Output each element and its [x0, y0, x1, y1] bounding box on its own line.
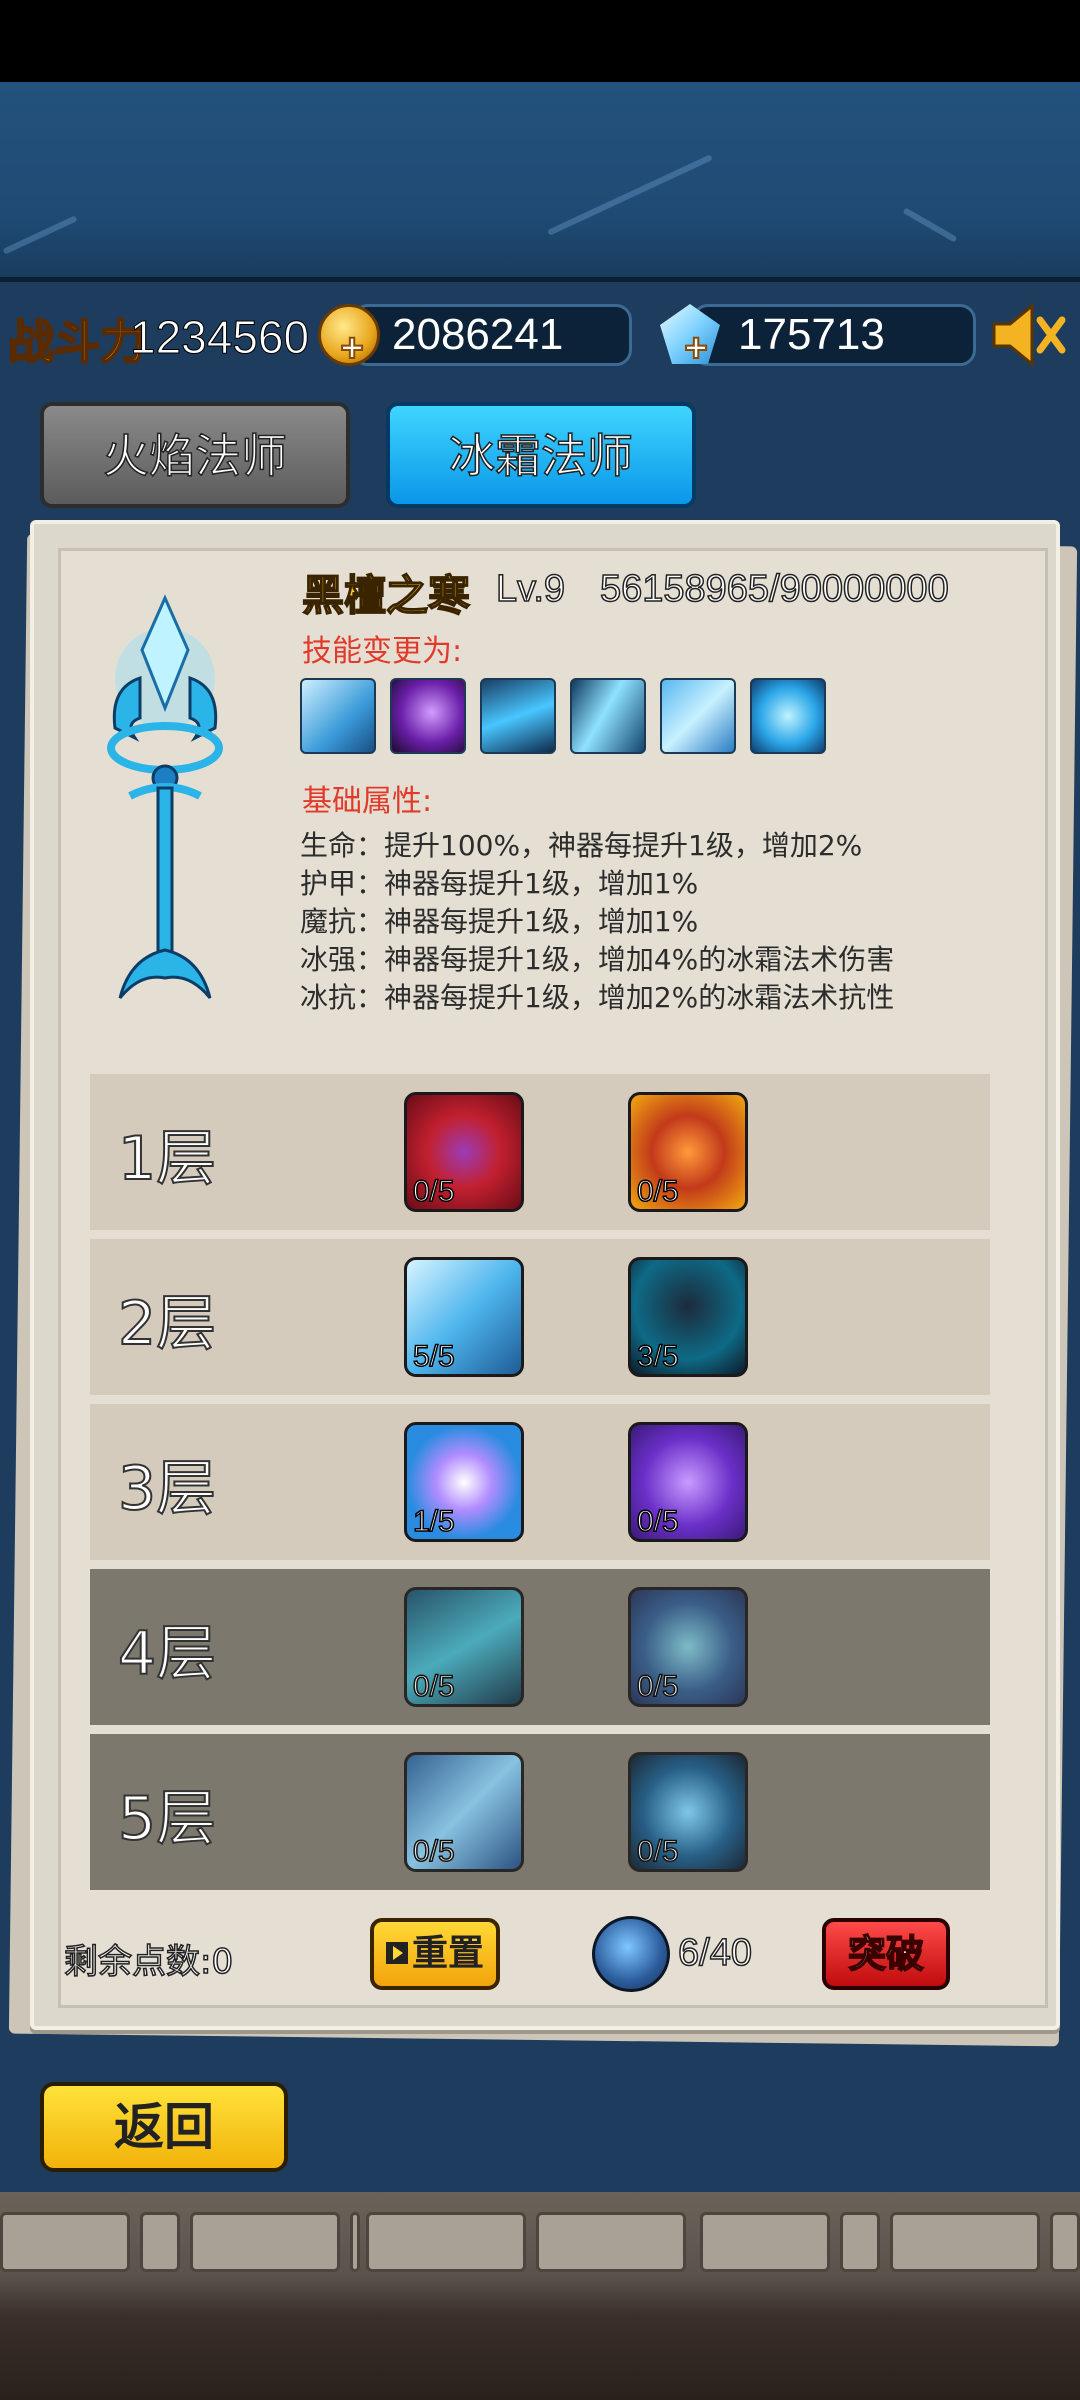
video-ad-icon: [385, 1942, 408, 1964]
ice-burst-icon[interactable]: 0/5: [628, 1752, 748, 1872]
layer-label: 2层: [117, 1288, 217, 1360]
ice-heart-icon[interactable]: 1/5: [404, 1422, 524, 1542]
layer-row-4: 4层 0/5 0/5: [90, 1569, 990, 1725]
skill-icon-row: [300, 678, 826, 756]
reset-label: 重置: [411, 1933, 484, 1974]
add-coins-icon[interactable]: +: [334, 327, 370, 369]
artifact-name: 黑檀之寒: [301, 570, 471, 621]
blizzard-skill-icon[interactable]: [660, 678, 736, 754]
artifact-exp: 56158965/90000000: [599, 567, 949, 611]
back-button[interactable]: 返回: [40, 2082, 288, 2172]
ice-wave-icon[interactable]: 0/5: [404, 1587, 524, 1707]
ice-staff-icon: [107, 594, 223, 999]
top-background: [0, 82, 1080, 282]
ice-slash-skill-icon[interactable]: [480, 678, 556, 754]
ice-shards-skill-icon[interactable]: [570, 678, 646, 754]
stone-count: 6/40: [677, 1931, 752, 1975]
ruby-ring-icon[interactable]: 0/5: [404, 1092, 524, 1212]
ice-fist-icon[interactable]: 0/5: [628, 1587, 748, 1707]
ice-spear-skill-icon[interactable]: [300, 678, 376, 754]
layer-label: 4层: [117, 1618, 217, 1690]
layer-row-5: 5层 0/5 0/5: [90, 1734, 990, 1890]
sound-muted-icon[interactable]: [988, 300, 1068, 370]
frost-ghost-icon[interactable]: 3/5: [628, 1257, 748, 1377]
spirit-twins-icon[interactable]: 0/5: [628, 1422, 748, 1542]
gem-value: 175713: [738, 310, 885, 359]
attribute-ice-power: 冰强：神器每提升1级，增加4%的冰霜法术伤害: [300, 943, 895, 976]
talent-count: 1/5: [412, 1504, 455, 1539]
attribute-ice-resist: 冰抗：神器每提升1级，增加2%的冰霜法术抗性: [300, 981, 895, 1014]
talent-count: 0/5: [636, 1174, 679, 1209]
talent-count: 0/5: [636, 1834, 679, 1869]
remaining-points: 剩余点数:0: [63, 1941, 234, 1983]
power-value: 1234560: [129, 311, 310, 364]
layer-label: 1层: [117, 1123, 217, 1195]
layer-label: 3层: [117, 1453, 217, 1525]
skill-change-heading: 技能变更为:: [302, 634, 463, 669]
snowflake-storm-icon[interactable]: 0/5: [404, 1752, 524, 1872]
ice-shard-icon[interactable]: 5/5: [404, 1257, 524, 1377]
artifact-level: Lv.9: [495, 567, 566, 611]
talent-count: 0/5: [412, 1174, 455, 1209]
attribute-hp: 生命：提升100%，神器每提升1级，增加2%: [300, 829, 863, 862]
layer-row-3: 3层 1/5 0/5: [90, 1404, 990, 1560]
layer-row-2: 2层 5/5 3/5: [90, 1239, 990, 1395]
layer-label: 5层: [117, 1783, 217, 1855]
attribute-armor: 护甲：神器每提升1级，增加1%: [300, 867, 699, 900]
talent-count: 5/5: [412, 1339, 455, 1374]
talent-count: 0/5: [636, 1669, 679, 1704]
talent-count: 0/5: [636, 1504, 679, 1539]
coin-value: 2086241: [392, 310, 564, 359]
power-label: 战斗力: [7, 314, 147, 370]
shadow-orb-skill-icon[interactable]: [390, 678, 466, 754]
frost-orb-skill-icon[interactable]: [750, 678, 826, 754]
tab-ice-mage[interactable]: 冰霜法师: [386, 402, 696, 508]
reset-button[interactable]: 重置: [370, 1918, 500, 1990]
talent-count: 3/5: [636, 1339, 679, 1374]
status-bar: [0, 0, 1080, 82]
flame-shield-icon[interactable]: 0/5: [628, 1092, 748, 1212]
talent-count: 0/5: [412, 1669, 455, 1704]
talent-count: 0/5: [412, 1834, 455, 1869]
tab-fire-mage[interactable]: 火焰法师: [40, 402, 350, 508]
base-attributes-heading: 基础属性:: [302, 784, 433, 819]
attribute-magic-resist: 魔抗：神器每提升1级，增加1%: [300, 905, 699, 938]
breakthrough-button[interactable]: 突破: [822, 1918, 950, 1990]
hud-bar: 战斗力 1234560 + 2086241 + 175713: [0, 300, 1080, 372]
layer-row-1: 1层 0/5 0/5: [90, 1074, 990, 1230]
add-gems-icon[interactable]: +: [678, 327, 714, 369]
breakthrough-stone-icon: [592, 1916, 670, 1992]
